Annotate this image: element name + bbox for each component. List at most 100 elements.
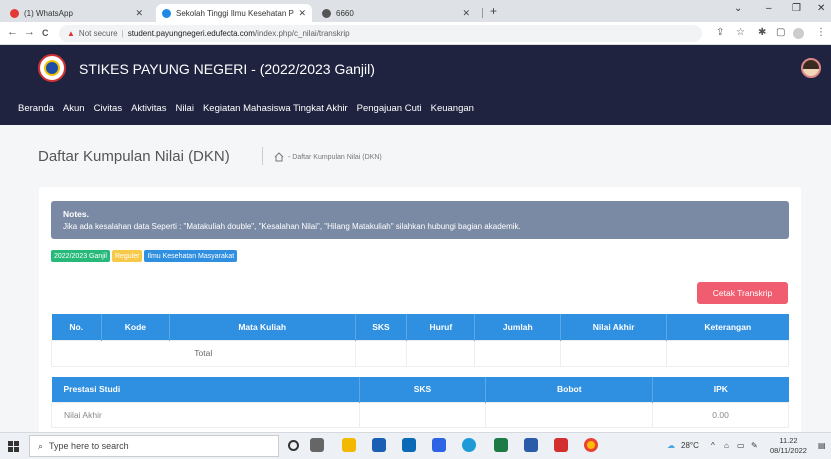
close-window-button[interactable]: ✕ xyxy=(817,3,825,14)
semester-badge: 2022/2023 Ganjil xyxy=(51,250,110,262)
page-title: Daftar Kumpulan Nilai (DKN) xyxy=(38,148,230,165)
menu-aktivitas[interactable]: Aktivitas xyxy=(131,103,166,114)
file-explorer-icon[interactable] xyxy=(342,438,356,452)
col-sks: SKS xyxy=(359,377,487,402)
menu-pengajuan-cuti[interactable]: Pengajuan Cuti xyxy=(357,103,422,114)
col-keterangan: Keterangan xyxy=(666,314,789,340)
tab-separator xyxy=(482,8,483,18)
sidebar-icon[interactable]: ▢ xyxy=(776,27,785,38)
site-title: STIKES PAYUNG NEGERI - (2022/2023 Ganjil… xyxy=(79,61,375,77)
excel-icon[interactable] xyxy=(494,438,508,452)
home-icon[interactable] xyxy=(274,152,284,162)
windows-taskbar: ⌕ Type here to search ☁ 28°C ^ ⌂ ▭ ✎ 11.… xyxy=(0,432,831,459)
content-card: Notes. Jika ada kesalahan data Seperti :… xyxy=(39,187,801,439)
word-icon[interactable] xyxy=(524,438,538,452)
col-no: No. xyxy=(51,314,102,340)
windows-start-icon[interactable] xyxy=(8,441,19,452)
menu-civitas[interactable]: Civitas xyxy=(94,103,123,114)
reload-button[interactable]: C xyxy=(42,28,49,38)
pdf-reader-icon[interactable] xyxy=(554,438,568,452)
network-icon[interactable]: ⌂ xyxy=(724,441,729,450)
close-tab-icon[interactable]: ✕ xyxy=(298,8,306,19)
tray-chevron-icon[interactable]: ^ xyxy=(711,441,715,450)
nilai-akhir-label: Nilai Akhir xyxy=(51,401,360,428)
globe-icon xyxy=(322,8,331,18)
browser-toolbar: ← → C ▲ Not secure | student.payungneger… xyxy=(0,22,831,45)
browser-tab-strip: (1) WhatsApp ✕ Sekolah Tinggi Ilmu Keseh… xyxy=(0,0,831,22)
chrome-icon[interactable] xyxy=(584,438,598,452)
taskbar-search-input[interactable]: ⌕ Type here to search xyxy=(29,435,279,457)
close-tab-icon[interactable]: ✕ xyxy=(462,8,470,19)
notes-message: Jika ada kesalahan data Seperti : "Matak… xyxy=(63,222,521,231)
profile-icon[interactable] xyxy=(793,28,804,39)
cortana-icon[interactable] xyxy=(288,440,299,451)
tab-6660[interactable]: 6660 ✕ xyxy=(316,4,476,22)
col-prestasi-studi: Prestasi Studi xyxy=(51,377,360,402)
col-sks: SKS xyxy=(355,314,408,340)
pen-icon[interactable]: ✎ xyxy=(751,441,758,450)
col-kode: Kode xyxy=(101,314,170,340)
transcript-table: No. Kode Mata Kuliah SKS Huruf Jumlah Ni… xyxy=(51,314,789,367)
bookmark-star-icon[interactable]: ☆ xyxy=(736,27,745,38)
menu-keuangan[interactable]: Keuangan xyxy=(431,103,474,114)
col-nilai-akhir: Nilai Akhir xyxy=(560,314,668,340)
address-bar[interactable]: ▲ Not secure | student.payungnegeri.eduf… xyxy=(59,25,702,42)
col-bobot: Bobot xyxy=(485,377,654,402)
weather-temp[interactable]: 28°C xyxy=(681,441,699,450)
study-program-badge: Ilmu Kesehatan Masyarakat xyxy=(144,250,238,262)
breadcrumb-divider xyxy=(262,147,263,165)
col-huruf: Huruf xyxy=(406,314,476,340)
edge-icon[interactable] xyxy=(462,438,476,452)
ipk-value: 0.00 xyxy=(652,401,789,428)
tab-stikes[interactable]: Sekolah Tinggi Ilmu Kesehatan P ✕ xyxy=(156,4,312,22)
back-button[interactable]: ← xyxy=(7,26,18,38)
notes-alert: Notes. Jika ada kesalahan data Seperti :… xyxy=(51,201,789,239)
not-secure-label: Not secure xyxy=(78,29,118,38)
table-row: Total xyxy=(51,339,789,367)
battery-icon[interactable]: ▭ xyxy=(737,441,745,450)
warning-icon[interactable]: ▲ xyxy=(67,29,75,38)
extensions-icon[interactable]: ✱ xyxy=(758,27,766,38)
forward-button[interactable]: → xyxy=(24,26,35,38)
print-transcript-button[interactable]: Cetak Transkrip xyxy=(697,282,788,304)
col-mata-kuliah: Mata Kuliah xyxy=(169,314,356,340)
menu-beranda[interactable]: Beranda xyxy=(18,103,54,114)
col-jumlah: Jumlah xyxy=(474,314,562,340)
search-icon: ⌕ xyxy=(38,440,44,451)
store-icon[interactable] xyxy=(372,438,386,452)
taskbar-clock[interactable]: 11.22 08/11/2022 xyxy=(770,436,807,456)
task-view-icon[interactable] xyxy=(310,438,324,452)
notification-icon[interactable]: ▤ xyxy=(818,441,826,450)
new-tab-button[interactable]: + xyxy=(490,4,497,18)
url-host: student.payungnegeri.edufecta.com xyxy=(127,29,255,38)
table-header-row: No. Kode Mata Kuliah SKS Huruf Jumlah Ni… xyxy=(51,314,789,340)
more-menu-icon[interactable]: ⋮ xyxy=(816,27,826,38)
menu-kegiatan-mahasiswa[interactable]: Kegiatan Mahasiswa Tingkat Akhir xyxy=(203,103,348,114)
stikes-logo[interactable] xyxy=(38,54,66,82)
minimize-button[interactable]: – xyxy=(766,3,772,14)
table-header-row: Prestasi Studi SKS Bobot IPK xyxy=(51,377,789,402)
col-ipk: IPK xyxy=(652,377,789,402)
notes-title: Notes. xyxy=(63,209,89,219)
site-header: STIKES PAYUNG NEGERI - (2022/2023 Ganjil… xyxy=(0,45,831,125)
share-icon[interactable]: ⇪ xyxy=(716,27,724,38)
restore-button[interactable]: ❐ xyxy=(792,3,801,14)
breadcrumb: - Daftar Kumpulan Nilai (DKN) xyxy=(288,154,382,161)
weather-icon[interactable]: ☁ xyxy=(667,441,675,450)
menu-nilai[interactable]: Nilai xyxy=(175,103,193,114)
program-type-badge: Reguler xyxy=(111,250,143,262)
zoom-icon[interactable] xyxy=(432,438,446,452)
url-path: /index.php/c_nilai/transkrip xyxy=(254,29,350,38)
info-badges: 2022/2023 Ganjil Reguler Ilmu Kesehatan … xyxy=(51,250,238,262)
user-avatar[interactable] xyxy=(801,58,821,78)
main-menu: Beranda Akun Civitas Aktivitas Nilai Keg… xyxy=(18,103,474,114)
table-row: Nilai Akhir 0.00 xyxy=(51,401,789,428)
close-tab-icon[interactable]: ✕ xyxy=(135,8,143,19)
tab-search-icon[interactable]: ⌄ xyxy=(734,3,742,14)
menu-akun[interactable]: Akun xyxy=(63,103,85,114)
total-label: Total xyxy=(51,339,356,367)
whatsapp-icon xyxy=(10,8,19,18)
summary-table: Prestasi Studi SKS Bobot IPK Nilai Akhir… xyxy=(51,377,789,428)
mail-icon[interactable] xyxy=(402,438,416,452)
tab-whatsapp[interactable]: (1) WhatsApp ✕ xyxy=(4,4,149,22)
